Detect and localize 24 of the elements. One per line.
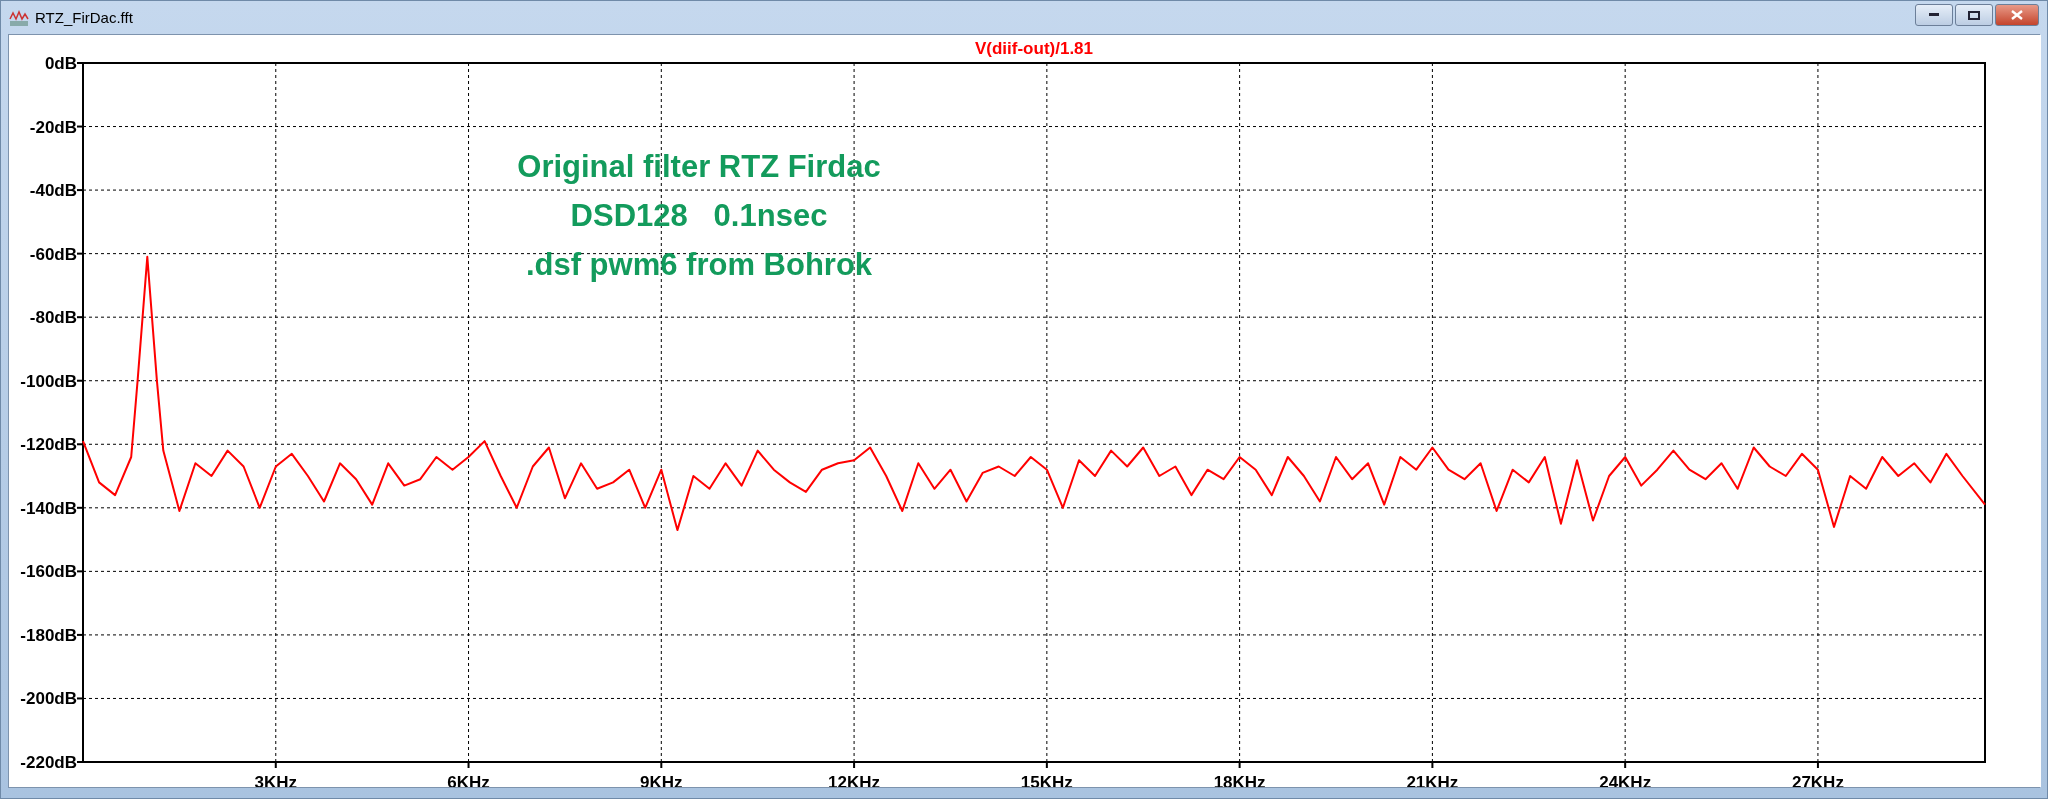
axis-label: -60dB (29, 244, 77, 264)
maximize-icon (1968, 10, 1980, 20)
close-icon (2011, 10, 2023, 20)
annotation-text: Original filter RTZ Firdac (517, 149, 881, 184)
waveform-icon (9, 8, 29, 27)
axis-label: -220dB (20, 753, 77, 772)
axis-label: -160dB (20, 562, 77, 582)
window-title: RTZ_FirDac.fft (35, 9, 133, 26)
minimize-button[interactable] (1915, 4, 1953, 26)
axis-label: -140dB (20, 498, 77, 518)
axis-label: 0dB (44, 54, 77, 73)
close-button[interactable] (1995, 4, 2039, 26)
axis-label: -80dB (29, 308, 77, 328)
maximize-button[interactable] (1955, 4, 1993, 26)
annotation-text: DSD128 0.1nsec (570, 198, 828, 233)
axis-label: -40dB (29, 181, 77, 201)
minimize-icon (1929, 13, 1939, 17)
trace-name: V(diif-out)/1.81 (974, 39, 1094, 58)
axis-label: -200dB (20, 689, 77, 709)
axis-label: -120dB (20, 435, 77, 455)
annotation-text: .dsf pwm6 from Bohrok (525, 247, 873, 282)
axis-label: -180dB (20, 625, 77, 645)
axis-label: -100dB (20, 371, 77, 391)
axis-label: -20dB (29, 117, 77, 137)
